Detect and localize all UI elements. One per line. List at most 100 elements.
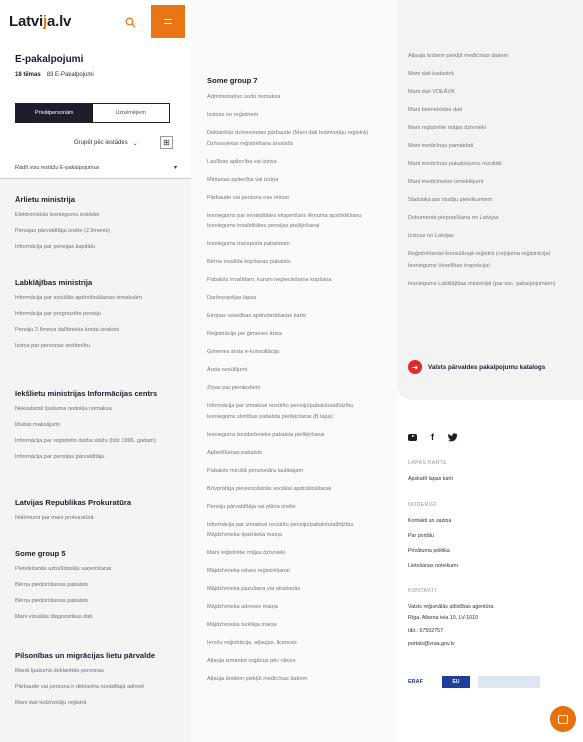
service-link[interactable]: Iesniegums bezdarbnieka pabalsta piešķir… [207, 432, 387, 440]
service-link[interactable]: Statistika par studiju pieteikumiem [408, 197, 573, 205]
youtube-icon[interactable] [408, 433, 417, 441]
service-link[interactable]: Mani dati VDEĀVK [408, 89, 573, 97]
service-link[interactable]: Brīvprātīga pievienošanās sociālai apdro… [207, 486, 387, 494]
footer-link[interactable]: Lietošanas noteikumi [408, 562, 458, 570]
service-link[interactable]: Mājdzīvnieka adreses maiņa [207, 604, 387, 612]
service-link[interactable]: Mājdzīvnieka īpašnieka maiņa [207, 532, 387, 540]
service-link[interactable]: Informācija par prognozēto pensiju [15, 310, 185, 318]
service-link[interactable]: Informācija par pensijas kapitālu [15, 243, 185, 251]
select-label: Rādīt visu iestāžu E-pakalpojumus [15, 164, 100, 171]
service-link[interactable]: Iesniegums Labklājības ministrijai (par … [408, 281, 573, 289]
service-link[interactable]: Atļauja izmantot orgānus pēc nāves [207, 658, 387, 666]
service-link[interactable]: Izziņas no reģistriem [207, 112, 387, 120]
category-block: Some group 5 Pieteikšanās uzturlīdzekļu … [15, 549, 185, 629]
service-link[interactable]: Ģimenes ārsta e-konsultācija [207, 349, 387, 357]
service-link[interactable]: Mājdzīvnieka nāves reģistrēšanai [207, 568, 387, 576]
service-link[interactable]: Dokumenta pieprasīšana no Latvijas [408, 215, 573, 223]
service-link[interactable]: Mani medicīniskie izmeklējumi [408, 179, 573, 187]
service-link[interactable]: Bērna piedzimšanas pabalsts [15, 581, 185, 589]
service-link[interactable]: Mani medicīnas pakalpojumu rezultāti [408, 161, 573, 169]
group-by-control[interactable]: Grupēt pēc iestādes ⌄ ⊞ [74, 136, 173, 150]
service-link[interactable]: Mani biometriskie dati [408, 107, 573, 115]
footer-link[interactable]: Par portālu [408, 532, 434, 540]
service-link[interactable]: Pabalsts invalīdam, kuram nepieciešama k… [207, 277, 387, 285]
service-link[interactable]: Deklarētās dzīvesvietas pārbaude (Mani d… [207, 130, 387, 138]
service-link[interactable]: Laulības apliecība vai izziņa [207, 159, 387, 167]
service-link[interactable]: Iesniegums invaliditātes pensijas piešķi… [207, 223, 387, 231]
footer-link[interactable]: Privātuma politika [408, 547, 450, 555]
chat-button[interactable] [550, 706, 576, 732]
grid-view-button[interactable]: ⊞ [160, 136, 173, 149]
catalog-link[interactable]: ➜ Valsts pārvaldes pakalpojumu katalogs [408, 360, 545, 374]
service-link[interactable]: Reģistrācija pie ģimenes ārsta [207, 331, 387, 339]
twitter-icon[interactable] [448, 432, 458, 442]
service-link[interactable]: Miršanas apliecība vai izziņa [207, 177, 387, 185]
institution-select[interactable]: Rādīt visu iestāžu E-pakalpojumus ▾ [0, 157, 191, 179]
service-link[interactable]: Informācija par sociālās apdrošināšanas … [15, 294, 185, 302]
service-link[interactable]: Iesniegums slimības pabalsta piešķiršana… [207, 414, 387, 422]
service-link[interactable]: Mani dati Iedzīvotāju reģistrā [15, 699, 185, 707]
contact-email[interactable]: portals@vraa.gov.lv [408, 640, 455, 648]
service-link[interactable]: Iesniegums transporta pabalstam [207, 241, 387, 249]
service-link[interactable]: Pārbaude vai persona ir deklarēta norādī… [15, 683, 185, 691]
service-link[interactable]: Darbnespējas lapas [207, 295, 387, 303]
service-link[interactable]: Dzīvesvietas reģistrēšana ārvalstīs [207, 141, 387, 149]
service-link[interactable]: Pieteikšanās uzturlīdzekļu saņemšanai [15, 565, 185, 573]
service-link[interactable]: Mājdzīvnieka pazušana vai atrašanās [207, 586, 387, 594]
service-link[interactable]: Pensiju 2.līmeņa dalībnieka konta izraks… [15, 326, 185, 334]
service-link[interactable]: Bērna invalīda kopšanas pabalsts [207, 259, 387, 267]
tab-business[interactable]: Uzņēmējiem [92, 104, 169, 122]
header: Latvija.lv [0, 0, 191, 40]
service-link[interactable]: Mani vizuālās diagnostikas dati [15, 613, 185, 621]
service-link[interactable]: Mani medicīnas pamatdati [408, 143, 573, 151]
service-link[interactable]: Nekustamā īpašuma nodokļa nomaksa [15, 405, 185, 413]
contact-line: Rīga, Alberta iela 10, LV-1010 [408, 615, 478, 621]
site-logo[interactable]: Latvija.lv [9, 13, 71, 30]
service-link[interactable]: Reģistrēšanās konsulārajā reģistrā (ceļo… [408, 251, 573, 259]
service-link[interactable]: Mājdzīvnieka turētāja maiņa [207, 622, 387, 630]
service-link[interactable]: Apbedīšanas pabalsts [207, 450, 387, 458]
right-list-panel: Atļauja ārstiem piekļūt medicīnas datiem… [397, 0, 583, 400]
service-link[interactable]: Administratīvo sodu nomaksa [207, 94, 387, 102]
service-link[interactable]: Nolēmumi par mani prokuratūrā [15, 514, 185, 522]
service-link[interactable]: Iesniegums Veselības inspekcijai [408, 263, 573, 271]
service-link[interactable]: Pensiju pārvaldītāja vai plāna izvēle [207, 504, 387, 512]
service-link[interactable]: Iesniegums par invaliditātes ekspertīzes… [207, 213, 387, 221]
service-link[interactable]: Muitas maksājumi [15, 421, 185, 429]
service-link[interactable]: Izziņa par personas sodāmību [15, 342, 185, 350]
service-link[interactable]: Informācija par pensijas pārvaldītāju [15, 453, 185, 461]
footer-link[interactable]: Kontakti un saziņa [408, 517, 451, 525]
service-list: Atļauja ārstiem piekļūt medicīnas datiem… [408, 53, 573, 292]
service-link[interactable]: Informācija par izmaksai nosūtīto pensij… [207, 403, 387, 411]
service-link[interactable]: Manā īpašumā deklarētās personas [15, 667, 185, 675]
sitemap-heading: LAPAS KARTE [408, 460, 448, 466]
eu-logo: EU [442, 676, 470, 688]
search-button[interactable] [118, 10, 142, 34]
contact-line: tālr.: 67502757 [408, 628, 444, 634]
service-link[interactable]: Ziņas par pierakstiem [207, 385, 387, 393]
service-link[interactable]: Bērna piedzimšanas pabalsts [15, 597, 185, 605]
services-count: 83 E-Pakalpojumi [46, 72, 94, 78]
service-link[interactable]: Pārbaude vai persona nav mirusi [207, 195, 387, 203]
sitemap-link[interactable]: Apskatīt lapas karti [408, 475, 453, 483]
funding-logos: ERAF EU [408, 676, 540, 688]
service-link[interactable]: Ārsta nosūtījumi [207, 367, 387, 375]
search-icon [125, 17, 135, 27]
service-link[interactable]: Atļauja ārstiem piekļūt medicīnas datiem [207, 676, 387, 684]
facebook-icon[interactable]: f [431, 432, 434, 442]
service-link[interactable]: Elektroniskās iesniegumu iestādei [15, 211, 185, 219]
menu-button[interactable] [151, 5, 185, 38]
tab-private[interactable]: Privātpersonām [16, 104, 93, 122]
left-panel: Latvija.lv E-pakalpojumi 18 tēmas 83 E-Pa… [0, 0, 191, 742]
service-link[interactable]: Informācija par reģistrēto darba stāžu (… [15, 437, 185, 445]
service-link[interactable]: Mani reģistrētie mājas dzīvnieki [408, 125, 573, 133]
service-link[interactable]: Pabalsts mirušā pensionāra laulātajam [207, 468, 387, 476]
service-link[interactable]: Informācija par izmaksai nosūtīto pensij… [207, 522, 387, 530]
service-link[interactable]: Mani dati kadastrā [408, 71, 573, 79]
service-link[interactable]: Pensijas pārvaldītāja izvēle (2.līmenis) [15, 227, 185, 235]
service-link[interactable]: Ieroču reģistrācija, atļaujas, licences [207, 640, 387, 648]
service-link[interactable]: Mani reģistrētie mājas dzīvnieki [207, 550, 387, 558]
service-link[interactable]: Izziņas no Latvijas [408, 233, 573, 241]
service-link[interactable]: Atļauja ārstiem piekļūt medicīnas datiem [408, 53, 573, 61]
service-link[interactable]: Eiropas veselības apdrošināšanas karte [207, 313, 387, 321]
